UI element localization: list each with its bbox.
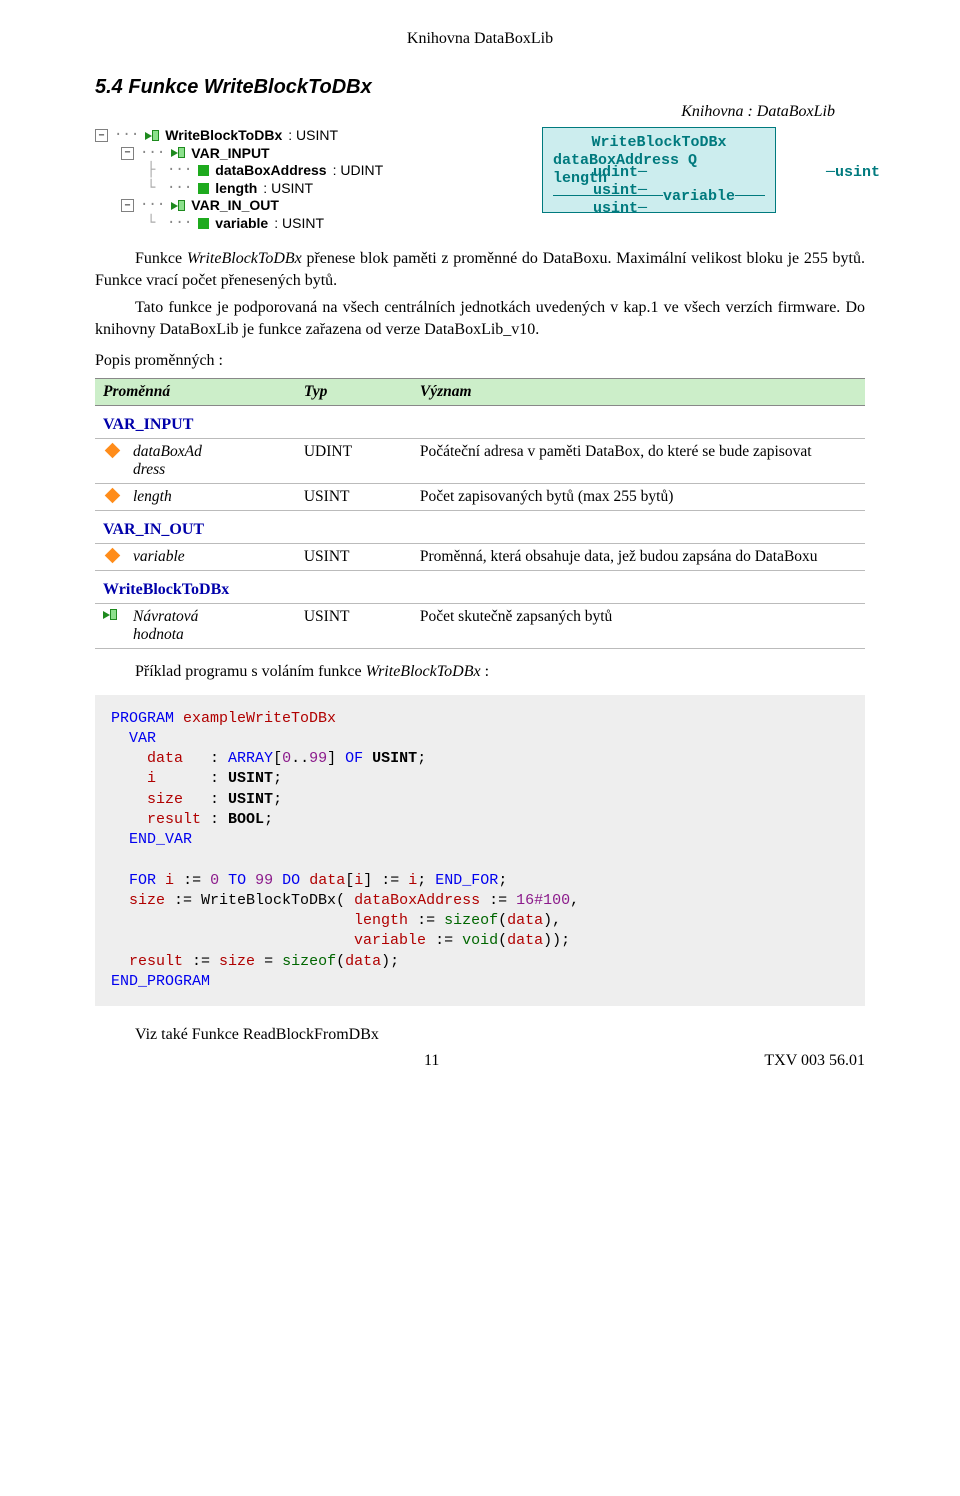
table-row: Návratováhodnota USINT Počet skutečně za…: [95, 603, 865, 648]
tree-node: length: [215, 180, 257, 198]
tree-type: USINT: [271, 180, 313, 196]
table-section: VAR_IN_OUT: [95, 510, 865, 543]
return-icon: [103, 609, 117, 621]
tree-node: dataBoxAddress: [215, 162, 326, 180]
table-header: Význam: [412, 378, 865, 405]
block-port-type: usint: [593, 200, 638, 217]
folder-icon: [171, 147, 185, 159]
example-caption: Příklad programu s voláním funkce WriteB…: [95, 661, 865, 683]
block-port-type: usint: [835, 164, 880, 181]
expand-icon[interactable]: −: [121, 147, 134, 160]
folder-icon: [171, 200, 185, 212]
tree-node: VAR_INPUT: [191, 145, 269, 163]
table-section: WriteBlockToDBx: [95, 570, 865, 603]
figure-row: − ··· WriteBlockToDBx : USINT − ··· VAR_…: [95, 127, 865, 232]
tree-node: variable: [215, 215, 268, 233]
function-block-diagram: WriteBlockToDBx dataBoxAddress Q length …: [453, 127, 865, 213]
library-caption: Knihovna : DataBoxLib: [95, 103, 835, 121]
field-icon: [198, 165, 209, 176]
table-row: variable USINT Proměnná, která obsahuje …: [95, 543, 865, 570]
tree-type: UDINT: [340, 162, 383, 178]
tree-node: WriteBlockToDBx: [165, 127, 282, 145]
expand-icon[interactable]: −: [95, 129, 108, 142]
paragraph-intro: Funkce WriteBlockToDBx přenese blok pamě…: [95, 248, 865, 291]
param-icon: [105, 488, 121, 504]
expand-icon[interactable]: −: [121, 199, 134, 212]
param-icon: [105, 548, 121, 564]
param-icon: [105, 443, 121, 459]
tree-node: VAR_IN_OUT: [191, 197, 279, 215]
page-footer: . 11 TXV 003 56.01: [95, 1052, 865, 1070]
variables-caption: Popis proměnných :: [95, 350, 865, 372]
tree-type: USINT: [296, 127, 338, 143]
doc-id: TXV 003 56.01: [764, 1052, 865, 1070]
block-port: variable: [663, 188, 735, 205]
see-also: Viz také Funkce ReadBlockFromDBx: [95, 1024, 865, 1046]
variable-table: Proměnná Typ Význam VAR_INPUT dataBoxAdd…: [95, 378, 865, 649]
code-example: PROGRAM exampleWriteToDBx VAR data : ARR…: [95, 695, 865, 1007]
page-header: Knihovna DataBoxLib: [95, 30, 865, 48]
paragraph-support: Tato funkce je podporovaná na všech cent…: [95, 297, 865, 340]
field-icon: [198, 183, 209, 194]
field-icon: [198, 218, 209, 229]
page-number: 11: [424, 1052, 439, 1070]
block-port-type: usint: [593, 182, 638, 199]
table-section: VAR_INPUT: [95, 405, 865, 438]
table-header: Proměnná: [95, 378, 296, 405]
table-row: dataBoxAddress UDINT Počáteční adresa v …: [95, 438, 865, 483]
section-title: 5.4 Funkce WriteBlockToDBx: [95, 76, 865, 99]
function-icon: [145, 130, 159, 142]
tree-type: USINT: [282, 215, 324, 231]
table-row: length USINT Počet zapisovaných bytů (ma…: [95, 483, 865, 510]
table-header: Typ: [296, 378, 412, 405]
block-port-type: udint: [593, 164, 638, 181]
object-tree: − ··· WriteBlockToDBx : USINT − ··· VAR_…: [95, 127, 425, 232]
